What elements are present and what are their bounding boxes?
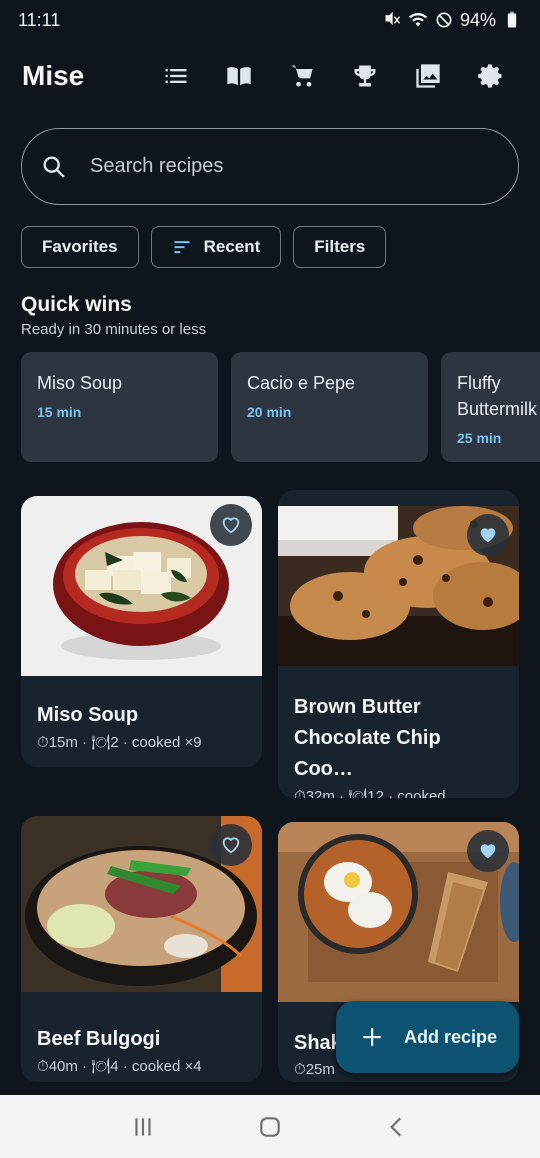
quick-card[interactable]: Miso Soup 15 min (21, 352, 218, 462)
recipe-body: Miso Soup ⏱15m · 🍽2 · cooked ×9 (21, 676, 262, 767)
quick-card-name: Cacio e Pepe (247, 373, 356, 393)
recipe-card[interactable]: Beef Bulgogi ⏱40m · 🍽4 · cooked ×4 (21, 816, 262, 1082)
recipe-card[interactable]: Brown Butter Chocolate Chip Coo… ⏱32m · … (278, 490, 519, 798)
recipe-name: Beef Bulgogi (37, 1028, 161, 1050)
recipe-meta: ⏱40m · 🍽4 · cooked ×4 (37, 1058, 202, 1075)
chip-favorites-label: Favorites (42, 237, 118, 256)
app-title: Mise (22, 60, 85, 91)
recipe-body: Beef Bulgogi ⏱40m · 🍽4 · cooked ×4 (21, 992, 262, 1082)
heart-filled-icon (480, 528, 496, 543)
quick-card-time: 20 min (247, 404, 292, 420)
recipe-name: Miso Soup (37, 704, 139, 726)
gallery-button[interactable] (396, 52, 459, 100)
home-icon[interactable] (257, 1114, 283, 1140)
quick-wins-row: Miso Soup 15 min Cacio e Pepe 20 min Flu… (21, 352, 540, 462)
book-icon (226, 67, 251, 86)
quick-wins-title: Quick wins (21, 293, 132, 316)
search-input[interactable] (90, 155, 470, 178)
quick-card-name: Miso Soup (37, 373, 123, 393)
mute-icon (385, 11, 401, 25)
back-icon[interactable] (384, 1114, 410, 1140)
recipe-photo (278, 822, 519, 1002)
search-bar[interactable] (21, 128, 519, 205)
quick-card-time: 25 min (457, 430, 502, 446)
quick-card-name: Fluffy Buttermilk Pancakes (457, 373, 538, 419)
shopping-list-button[interactable] (144, 52, 207, 100)
chip-filters-label: Filters (314, 237, 366, 256)
toolbar-actions (144, 52, 522, 100)
filter-chips: Favorites Recent Filters (21, 226, 387, 268)
heart-outline-icon (222, 837, 240, 854)
recipe-meta: ⏱32m · 🍽12 · cooked … (294, 788, 465, 798)
quick-card-time: 15 min (37, 404, 82, 420)
heart-filled-icon (480, 844, 496, 859)
settings-icon (477, 64, 501, 88)
do-not-disturb-icon (436, 12, 452, 28)
settings-button[interactable] (459, 52, 522, 100)
list-icon (165, 69, 186, 83)
status-time: 11:11 (18, 9, 61, 30)
cart-icon (291, 65, 312, 87)
recipe-name: Brown Butter Chocolate Chip Coo… (294, 696, 441, 780)
recipe-photo (21, 816, 262, 992)
favorite-button[interactable] (467, 830, 509, 872)
favorite-button[interactable] (210, 824, 252, 866)
favorite-button[interactable] (467, 514, 509, 556)
quick-wins-subtitle: Ready in 30 minutes or less (21, 321, 207, 338)
plus-icon (363, 1028, 381, 1046)
achievements-button[interactable] (333, 52, 396, 100)
trophy-icon (354, 65, 375, 87)
cookbook-button[interactable] (207, 52, 270, 100)
gallery-icon (415, 64, 440, 88)
recipe-body: Brown Butter Chocolate Chip Coo… ⏱32m · … (278, 666, 519, 798)
chip-filters[interactable]: Filters (293, 226, 387, 268)
recipe-photo (278, 506, 519, 666)
status-bar: 11:11 94% (0, 0, 540, 40)
add-recipe-button[interactable]: Add recipe (336, 1001, 519, 1073)
add-recipe-label: Add recipe (404, 1026, 498, 1047)
recipe-photo (21, 496, 262, 676)
chip-recent-label: Recent (203, 237, 261, 256)
sort-icon (174, 241, 190, 254)
battery-percent: 94% (459, 9, 496, 30)
app-bar: Mise (0, 52, 540, 100)
chip-favorites[interactable]: Favorites (21, 226, 139, 268)
system-nav-bar (0, 1095, 540, 1158)
wifi-icon (408, 13, 428, 27)
cart-button[interactable] (270, 52, 333, 100)
heart-outline-icon (222, 517, 240, 534)
chip-recent[interactable]: Recent (150, 226, 282, 268)
favorite-button[interactable] (210, 504, 252, 546)
recipe-card[interactable]: Miso Soup ⏱15m · 🍽2 · cooked ×9 (21, 496, 262, 767)
quick-card[interactable]: Cacio e Pepe 20 min (231, 352, 428, 462)
recipe-meta: ⏱15m · 🍽2 · cooked ×9 (37, 734, 202, 751)
battery-icon (507, 11, 517, 28)
quick-card[interactable]: Fluffy Buttermilk Pancakes 25 min (441, 352, 540, 462)
status-icons: 94% (382, 10, 522, 31)
recent-apps-icon[interactable] (130, 1114, 156, 1140)
search-icon (43, 156, 65, 178)
